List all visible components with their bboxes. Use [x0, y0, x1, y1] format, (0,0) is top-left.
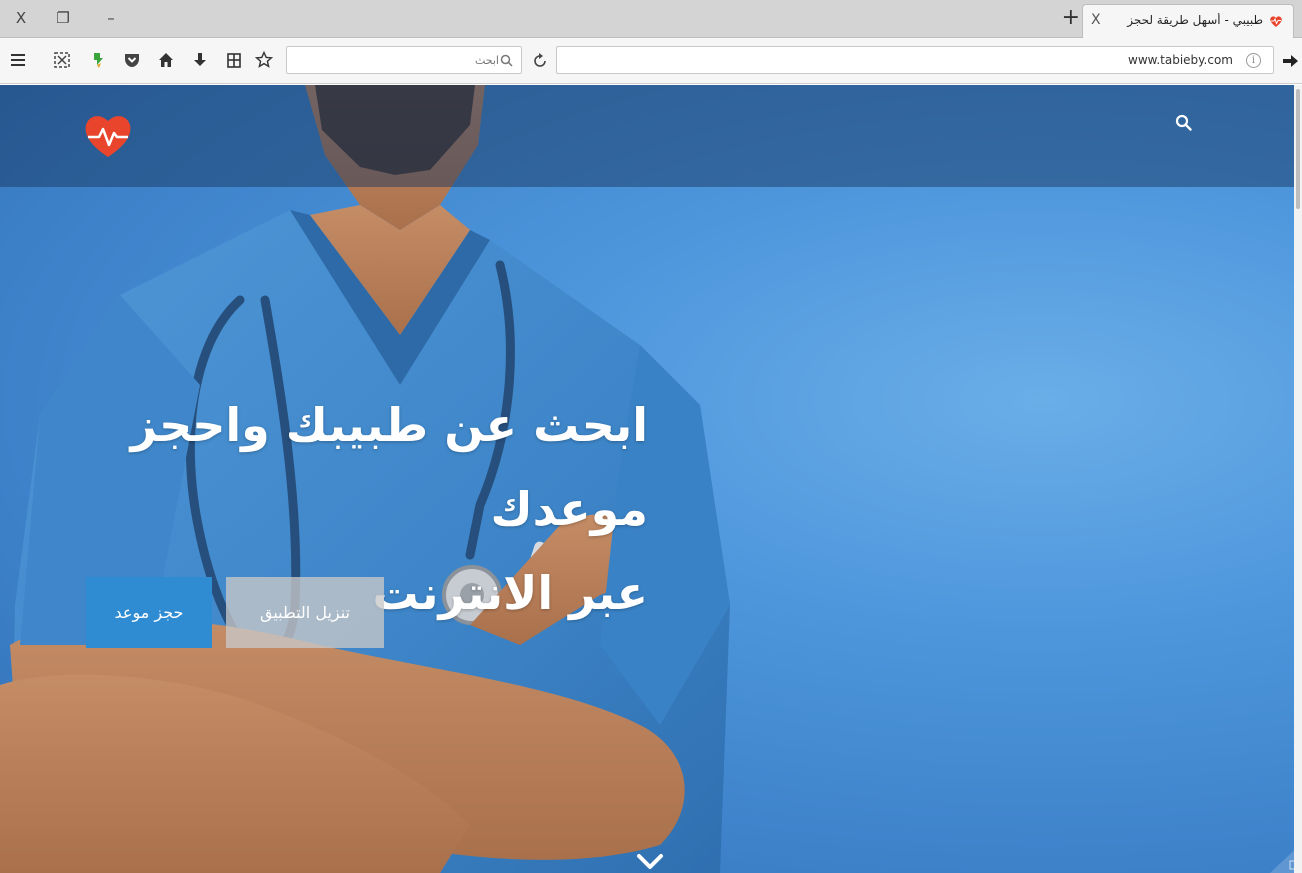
- menu-icon[interactable]: [8, 50, 28, 70]
- reload-icon[interactable]: [530, 51, 550, 71]
- tab-title: طبيبي - أسهل طريقة لحجز: [1127, 13, 1263, 27]
- site-navbar: [0, 85, 1302, 187]
- bookmark-star-icon[interactable]: [254, 50, 274, 70]
- search-icon: [500, 54, 513, 67]
- page-scrollbar[interactable]: [1294, 85, 1302, 873]
- site-info-icon[interactable]: i: [1246, 53, 1261, 68]
- tab-favicon-icon: [1270, 16, 1282, 27]
- close-window-button[interactable]: X: [8, 6, 34, 30]
- tabieby-logo-icon[interactable]: [82, 111, 134, 163]
- new-tab-button[interactable]: +: [1062, 7, 1080, 29]
- home-icon[interactable]: [156, 50, 176, 70]
- pocket-icon[interactable]: [122, 50, 142, 70]
- site-search-icon[interactable]: [1174, 113, 1194, 133]
- browser-toolbar: i: [0, 38, 1302, 84]
- book-appointment-button[interactable]: حجز موعد: [86, 577, 212, 648]
- search-box[interactable]: [286, 46, 522, 74]
- url-bar[interactable]: i: [556, 46, 1274, 74]
- library-icon[interactable]: [224, 50, 244, 70]
- go-arrow-icon[interactable]: [1280, 51, 1300, 71]
- browser-tab[interactable]: طبيبي - أسهل طريقة لحجز X: [1082, 4, 1294, 38]
- hero-headline-line1: ابحث عن طبيبك واحجز موعدك: [130, 398, 648, 536]
- tab-close-icon[interactable]: X: [1091, 12, 1101, 28]
- page-viewport: ابحث عن طبيبك واحجز موعدك عبر الانترنت ح…: [0, 85, 1302, 873]
- url-input[interactable]: [557, 47, 1273, 73]
- restore-window-button[interactable]: ❐: [50, 6, 76, 30]
- search-input[interactable]: [287, 47, 521, 73]
- extension-icon[interactable]: [88, 50, 108, 70]
- download-icon[interactable]: [190, 50, 210, 70]
- scroll-down-chevron-icon[interactable]: [636, 853, 664, 871]
- browser-tab-bar: X ❐ – + طبيبي - أسهل طريقة لحجز X: [0, 0, 1302, 38]
- download-app-button[interactable]: تنزيل التطبيق: [226, 577, 384, 648]
- screenshot-icon[interactable]: [52, 50, 72, 70]
- minimize-window-button[interactable]: –: [98, 6, 124, 30]
